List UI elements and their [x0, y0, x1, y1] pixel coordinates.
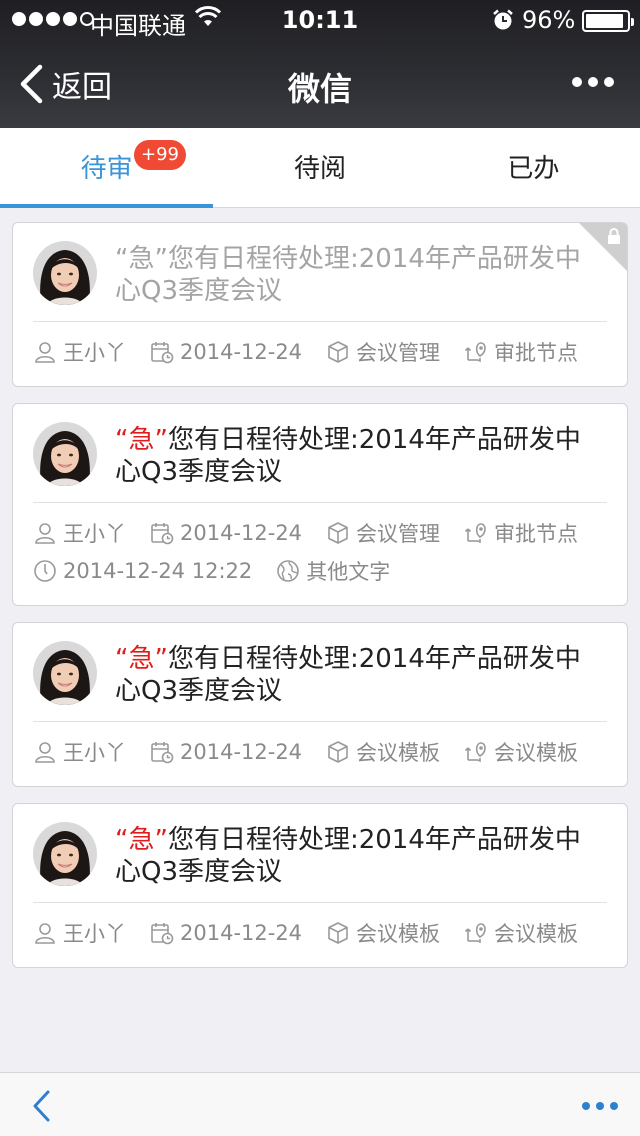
battery-percent: 96%: [522, 6, 576, 34]
calendar-icon: [150, 340, 174, 364]
urgent-tag: “急”: [115, 425, 168, 455]
box-icon: [326, 740, 350, 764]
tab-pending-read[interactable]: 待阅: [213, 128, 426, 207]
battery-icon: [582, 10, 634, 32]
item-title-text: 您有日程待处理:2014年产品研发中心Q3季度会议: [115, 825, 581, 887]
tab-bar: 待审 +99 待阅 已办: [0, 128, 640, 208]
box-icon: [326, 921, 350, 945]
item-node: 会议模板: [494, 741, 579, 765]
urgent-tag: “急”: [115, 644, 168, 674]
item-datetime: 2014-12-24 12:22: [63, 559, 253, 583]
globe-icon: [276, 559, 300, 583]
list-item[interactable]: “急”您有日程待处理:2014年产品研发中心Q3季度会议 王小丫 2014-12…: [12, 403, 628, 606]
item-meta: 王小丫 2014-12-24 会议模板 会议模板: [33, 722, 607, 786]
item-other: 其他文字: [306, 560, 391, 584]
list-item[interactable]: “急”您有日程待处理:2014年产品研发中心Q3季度会议 王小丫 2014-12…: [12, 622, 628, 787]
item-date: 2014-12-24: [180, 521, 303, 545]
list-item[interactable]: “急”您有日程待处理:2014年产品研发中心Q3季度会议 王小丫 2014-12…: [12, 222, 628, 387]
item-date: 2014-12-24: [180, 921, 303, 945]
tab-label: 待审: [80, 154, 133, 184]
item-user: 王小丫: [63, 741, 126, 765]
node-icon: [464, 340, 488, 364]
item-meta: 王小丫 2014-12-24 会议模板 会议模板: [33, 903, 607, 967]
node-icon: [464, 740, 488, 764]
more-dot-icon: [596, 1102, 604, 1110]
more-dot-icon: [604, 77, 614, 87]
item-date: 2014-12-24: [180, 740, 303, 764]
list-item[interactable]: “急”您有日程待处理:2014年产品研发中心Q3季度会议 王小丫 2014-12…: [12, 803, 628, 968]
clock-icon: [33, 559, 57, 583]
avatar: [33, 241, 97, 305]
item-category: 会议模板: [356, 922, 441, 946]
person-icon: [33, 521, 57, 545]
item-title: “急”您有日程待处理:2014年产品研发中心Q3季度会议: [115, 641, 607, 707]
calendar-icon: [150, 921, 174, 945]
tab-done[interactable]: 已办: [427, 128, 640, 207]
calendar-icon: [150, 740, 174, 764]
status-bar: 中国联通 10:11 96%: [0, 0, 640, 40]
box-icon: [326, 521, 350, 545]
more-dot-icon: [582, 1102, 590, 1110]
tab-label: 已办: [507, 154, 560, 184]
tab-pending-review[interactable]: 待审 +99: [0, 128, 214, 208]
urgent-tag: “急”: [115, 244, 168, 274]
person-icon: [33, 740, 57, 764]
tab-label: 待阅: [293, 154, 346, 184]
person-icon: [33, 921, 57, 945]
urgent-tag: “急”: [115, 825, 168, 855]
more-dot-icon: [572, 77, 582, 87]
item-category: 会议管理: [356, 341, 441, 365]
item-date: 2014-12-24: [180, 340, 303, 364]
avatar: [33, 822, 97, 886]
node-icon: [464, 921, 488, 945]
node-icon: [464, 521, 488, 545]
toolbar-more-button[interactable]: [582, 1102, 618, 1110]
item-category: 会议管理: [356, 522, 441, 546]
avatar: [33, 422, 97, 486]
approval-list: “急”您有日程待处理:2014年产品研发中心Q3季度会议 王小丫 2014-12…: [12, 222, 628, 984]
item-title: “急”您有日程待处理:2014年产品研发中心Q3季度会议: [115, 241, 607, 307]
item-meta: 王小丫 2014-12-24 会议管理 审批节点 2014-12-24 12:2…: [33, 503, 607, 605]
box-icon: [326, 340, 350, 364]
person-icon: [33, 340, 57, 364]
lock-icon: [608, 228, 620, 244]
avatar: [33, 641, 97, 705]
item-node: 审批节点: [494, 341, 579, 365]
calendar-icon: [150, 521, 174, 545]
more-dot-icon: [588, 77, 598, 87]
item-title: “急”您有日程待处理:2014年产品研发中心Q3季度会议: [115, 822, 607, 888]
more-dot-icon: [610, 1102, 618, 1110]
item-user: 王小丫: [63, 341, 126, 365]
page-title: 微信: [287, 70, 352, 108]
item-node: 会议模板: [494, 922, 579, 946]
item-user: 王小丫: [63, 922, 126, 946]
item-title-text: 您有日程待处理:2014年产品研发中心Q3季度会议: [115, 644, 581, 706]
back-chevron-icon[interactable]: [30, 1089, 52, 1123]
alarm-icon: [493, 9, 513, 30]
more-button[interactable]: [572, 77, 614, 87]
bottom-toolbar: [0, 1072, 640, 1136]
count-badge: +99: [134, 140, 186, 170]
item-title-text: 您有日程待处理:2014年产品研发中心Q3季度会议: [115, 425, 581, 487]
item-title-text: 您有日程待处理:2014年产品研发中心Q3季度会议: [115, 244, 581, 306]
item-node: 审批节点: [494, 522, 579, 546]
item-title: “急”您有日程待处理:2014年产品研发中心Q3季度会议: [115, 422, 607, 488]
top-bar: 中国联通 10:11 96% 返回 微信: [0, 0, 640, 128]
item-user: 王小丫: [63, 522, 126, 546]
item-category: 会议模板: [356, 741, 441, 765]
item-meta: 王小丫 2014-12-24 会议管理 审批节点: [33, 322, 607, 386]
